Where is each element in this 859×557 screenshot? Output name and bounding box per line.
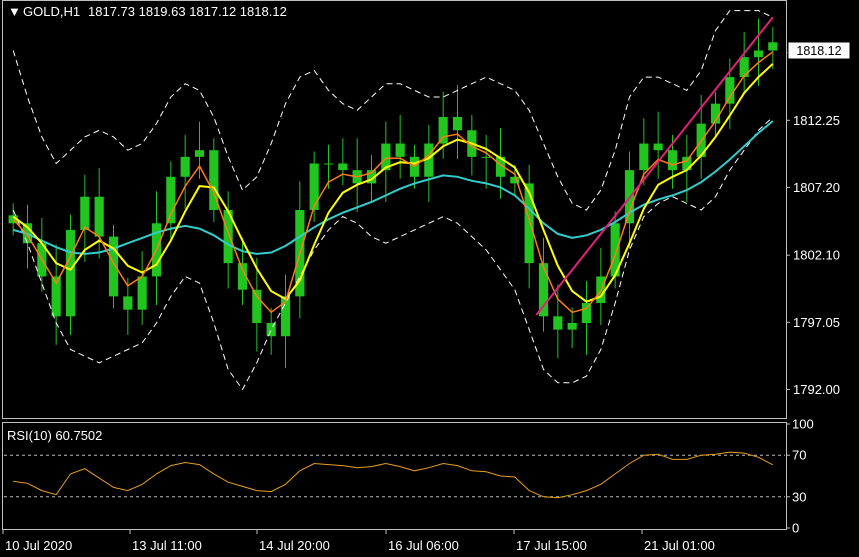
price-axis-label: 1802.10 [793, 248, 840, 263]
candle-body [194, 150, 205, 157]
rsi-label: RSI(10) 60.7502 [7, 428, 102, 443]
time-axis-label: 21 Jul 01:00 [644, 538, 715, 553]
candle-body [80, 196, 90, 230]
candle-body [108, 236, 119, 297]
candle-body [252, 289, 262, 323]
candle-body [753, 50, 764, 58]
candle-body [452, 116, 463, 131]
candle-body [639, 143, 649, 171]
time-axis-label: 16 Jul 06:00 [388, 538, 459, 553]
candle-body [667, 150, 678, 171]
chart-canvas[interactable]: ▼ GOLD,H1 1817.73 1819.63 1817.12 1818.1… [0, 0, 859, 557]
symbol-label: GOLD,H1 [23, 4, 80, 19]
candle-body [739, 57, 749, 78]
candle-body [653, 143, 663, 151]
candle-body [567, 322, 577, 330]
candle-body [94, 196, 104, 237]
candle-body [395, 143, 405, 157]
candle-body [438, 116, 448, 144]
candle-body [581, 303, 592, 323]
candle-body [323, 163, 334, 165]
candle-body [768, 42, 778, 51]
candle-body [553, 316, 563, 330]
price-axis-label: 1807.20 [793, 180, 840, 195]
candle-body [725, 77, 735, 104]
price-axis-label: 1797.05 [793, 315, 840, 330]
candle-body [481, 156, 491, 158]
candle-body [266, 322, 276, 337]
ohlc-label: 1817.73 1819.63 1817.12 1818.12 [88, 4, 287, 19]
time-axis-label: 10 Jul 2020 [5, 538, 72, 553]
rsi-axis-label: 0 [792, 521, 799, 536]
current-price-badge-text: 1818.12 [796, 44, 841, 58]
chart-header-arrow: ▼ [8, 4, 21, 19]
candle-body [180, 156, 190, 177]
candle-body [166, 176, 176, 224]
candle-body [309, 163, 319, 210]
time-axis-label: 17 Jul 15:00 [516, 538, 587, 553]
candle-body [137, 276, 147, 310]
candle-body [538, 263, 549, 317]
rsi-axis-label: 30 [792, 489, 806, 504]
rsi-axis-label: 70 [792, 448, 806, 463]
candle-body [65, 229, 76, 317]
candle-body [338, 163, 348, 171]
time-axis-label: 13 Jul 11:00 [132, 538, 202, 553]
price-axis-label: 1792.00 [793, 382, 840, 397]
current-price-badge: 1818.12 [787, 41, 851, 60]
time-axis-label: 14 Jul 20:00 [259, 538, 330, 553]
candle-body [123, 296, 133, 310]
rsi-axis-label: 100 [792, 417, 814, 432]
price-axis-label: 1812.25 [793, 113, 840, 128]
